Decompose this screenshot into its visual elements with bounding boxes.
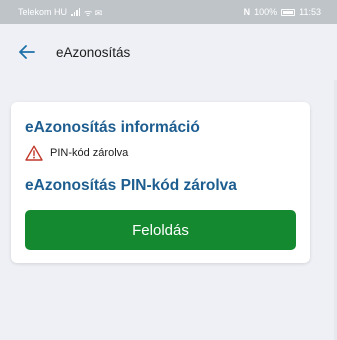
unlock-button[interactable]: Feloldás [25,210,296,250]
nfc-icon: N [243,7,251,17]
status-right: N 100% 11:53 [244,7,321,17]
warning-triangle-icon [25,145,43,161]
clock: 11:53 [299,7,321,17]
battery-icon [281,8,296,16]
card-title: eAzonosítás információ [25,119,200,136]
pin-status-line: PIN-kód zárolva [25,145,128,161]
arrow-left-icon [19,45,35,59]
page-title: eAzonosítás [56,44,131,60]
status-left: Telekom HU ᯤ ✉ [18,6,102,19]
carrier-label: Telekom HU [18,7,68,17]
wifi-mail-icons: ᯤ ✉ [84,7,103,18]
app-bar: eAzonosítás [0,24,337,80]
signal-icon [71,8,81,16]
battery-percent: 100% [254,7,278,17]
pin-locked-title: eAzonosítás PIN-kód zárolva [25,177,237,194]
eid-info-card: eAzonosítás információ PIN-kód zárolva e… [11,102,310,263]
back-button[interactable] [10,35,44,69]
pin-status-text: PIN-kód zárolva [50,147,129,159]
status-bar: Telekom HU ᯤ ✉ N 100% 11:53 [0,0,337,24]
